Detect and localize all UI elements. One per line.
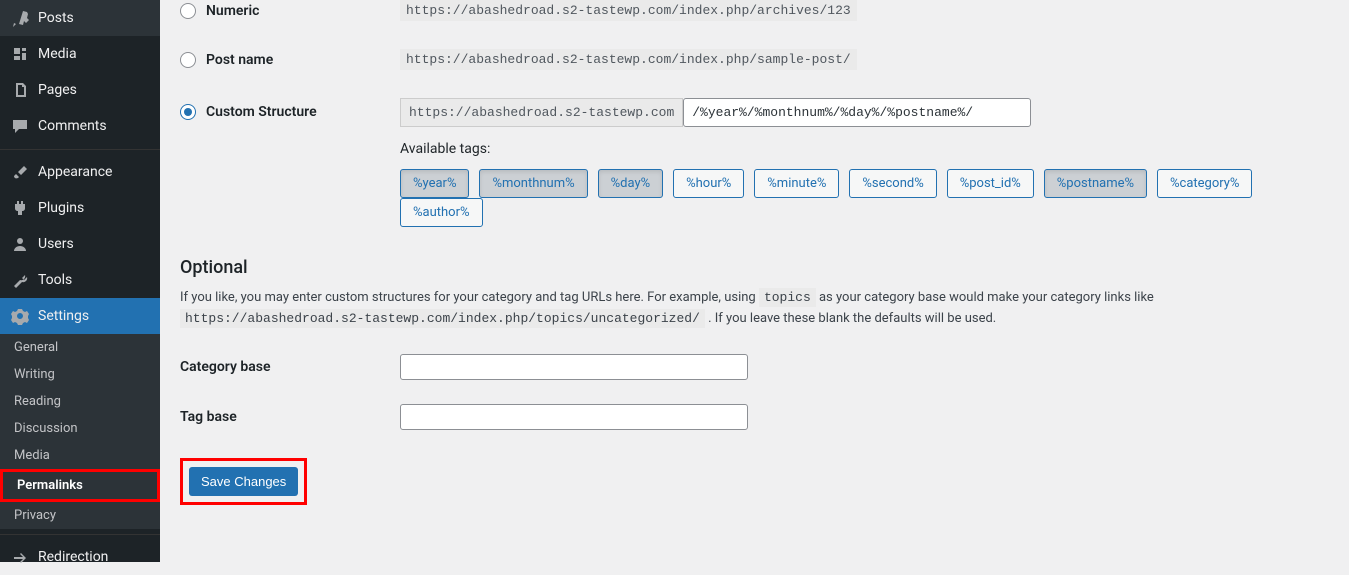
tag-author[interactable]: %author% xyxy=(400,198,483,227)
radio-checked-icon xyxy=(180,104,196,120)
postname-example: https://abashedroad.s2-tastewp.com/index… xyxy=(400,49,857,70)
optional-description: If you like, you may enter custom struct… xyxy=(180,288,1329,330)
sidebar-item-label: Redirection xyxy=(38,549,108,565)
sidebar-item-users[interactable]: Users xyxy=(0,226,160,262)
numeric-radio-label[interactable]: Numeric xyxy=(180,3,400,19)
tag-buttons-row: %year% %monthnum% %day% %hour% %minute% … xyxy=(400,169,1329,227)
tag-postname[interactable]: %postname% xyxy=(1044,169,1147,198)
desc-code: topics xyxy=(759,288,816,307)
user-icon xyxy=(10,234,30,254)
sidebar-item-label: Settings xyxy=(38,308,89,324)
submenu-privacy[interactable]: Privacy xyxy=(0,502,160,529)
tag-hour[interactable]: %hour% xyxy=(673,169,744,198)
sidebar-item-comments[interactable]: Comments xyxy=(0,108,160,144)
sidebar-item-media[interactable]: Media xyxy=(0,36,160,72)
radio-unchecked-icon xyxy=(180,52,196,68)
media-icon xyxy=(10,44,30,64)
content-area: Numeric https://abashedroad.s2-tastewp.c… xyxy=(160,0,1349,562)
sidebar-item-label: Posts xyxy=(38,10,74,26)
sidebar-item-label: Tools xyxy=(38,272,72,288)
save-highlight: Save Changes xyxy=(180,458,307,505)
sidebar-item-appearance[interactable]: Appearance xyxy=(0,154,160,190)
sidebar-item-label: Appearance xyxy=(38,164,112,180)
tag-base-label: Tag base xyxy=(180,409,400,425)
redirect-icon xyxy=(10,547,30,567)
permalink-option-numeric: Numeric https://abashedroad.s2-tastewp.c… xyxy=(180,0,1329,21)
label-text: Post name xyxy=(206,52,273,68)
optional-heading: Optional xyxy=(180,257,1329,278)
tag-base-input[interactable] xyxy=(400,404,748,430)
pages-icon xyxy=(10,80,30,100)
sidebar-item-label: Plugins xyxy=(38,200,84,216)
category-base-row: Category base xyxy=(180,354,1329,380)
permalink-option-custom: Custom Structure https://abashedroad.s2-… xyxy=(180,98,1329,227)
submenu-general[interactable]: General xyxy=(0,334,160,361)
tag-minute[interactable]: %minute% xyxy=(754,169,839,198)
sidebar-item-plugins[interactable]: Plugins xyxy=(0,190,160,226)
desc-code: https://abashedroad.s2-tastewp.com/index… xyxy=(180,309,705,328)
pin-icon xyxy=(10,8,30,28)
radio-unchecked-icon xyxy=(180,3,196,19)
submenu-writing[interactable]: Writing xyxy=(0,361,160,388)
wrench-icon xyxy=(10,270,30,290)
postname-radio-label[interactable]: Post name xyxy=(180,52,400,68)
settings-submenu: General Writing Reading Discussion Media… xyxy=(0,334,160,529)
desc-text: as your category base would make your ca… xyxy=(816,290,1154,305)
desc-text: If you like, you may enter custom struct… xyxy=(180,290,759,305)
tag-day[interactable]: %day% xyxy=(598,169,664,198)
sidebar-item-pages[interactable]: Pages xyxy=(0,72,160,108)
sidebar-item-label: Users xyxy=(38,236,74,252)
category-base-input[interactable] xyxy=(400,354,748,380)
sidebar-item-label: Media xyxy=(38,46,77,62)
settings-icon xyxy=(10,306,30,326)
submenu-reading[interactable]: Reading xyxy=(0,388,160,415)
sidebar-item-settings[interactable]: Settings xyxy=(0,298,160,334)
sidebar-item-posts[interactable]: Posts xyxy=(0,0,160,36)
save-changes-button[interactable]: Save Changes xyxy=(189,467,298,496)
available-tags-label: Available tags: xyxy=(400,141,1329,157)
tag-second[interactable]: %second% xyxy=(849,169,936,198)
custom-url-prefix: https://abashedroad.s2-tastewp.com xyxy=(400,98,683,127)
submenu-discussion[interactable]: Discussion xyxy=(0,415,160,442)
tag-year[interactable]: %year% xyxy=(400,169,469,198)
tag-base-row: Tag base xyxy=(180,404,1329,430)
label-text: Numeric xyxy=(206,3,259,19)
brush-icon xyxy=(10,162,30,182)
custom-radio-label[interactable]: Custom Structure xyxy=(180,104,400,120)
numeric-example: https://abashedroad.s2-tastewp.com/index… xyxy=(400,0,857,21)
tag-postid[interactable]: %post_id% xyxy=(947,169,1034,198)
sidebar-item-tools[interactable]: Tools xyxy=(0,262,160,298)
sidebar-item-redirection[interactable]: Redirection xyxy=(0,539,160,575)
submenu-permalinks[interactable]: Permalinks xyxy=(0,469,160,502)
label-text: Custom Structure xyxy=(206,104,317,120)
permalink-option-postname: Post name https://abashedroad.s2-tastewp… xyxy=(180,49,1329,70)
tag-category[interactable]: %category% xyxy=(1157,169,1252,198)
tag-monthnum[interactable]: %monthnum% xyxy=(479,169,587,198)
plug-icon xyxy=(10,198,30,218)
comment-icon xyxy=(10,116,30,136)
desc-text: . If you leave these blank the defaults … xyxy=(705,311,996,326)
category-base-label: Category base xyxy=(180,359,400,375)
submenu-media[interactable]: Media xyxy=(0,442,160,469)
admin-sidebar: Posts Media Pages Comments Appearance Pl… xyxy=(0,0,160,562)
custom-structure-input[interactable] xyxy=(683,98,1031,127)
sidebar-item-label: Pages xyxy=(38,82,77,98)
sidebar-item-label: Comments xyxy=(38,118,107,134)
